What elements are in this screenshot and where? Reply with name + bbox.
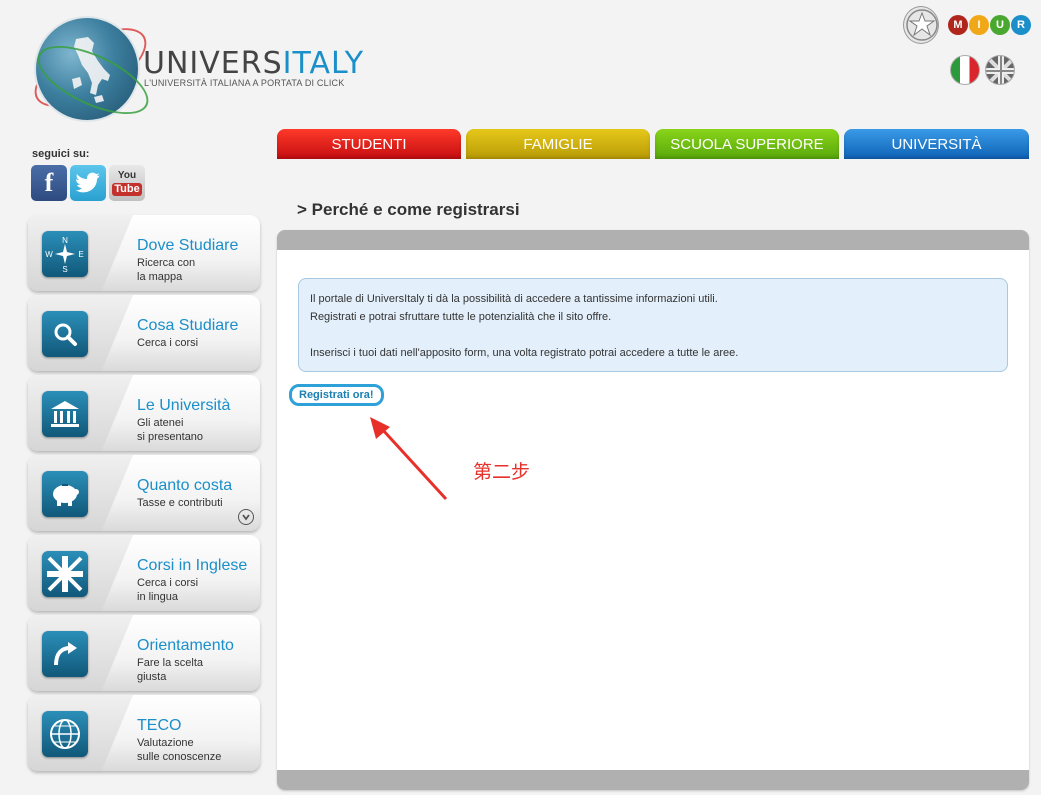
sidebar-item-quanto-costa[interactable]: Quanto costa Tasse e contributi bbox=[28, 455, 260, 531]
panel-footer-bar bbox=[277, 770, 1029, 790]
miur-logo[interactable]: M I U R bbox=[948, 15, 1031, 35]
annotation-step-label: 第二步 bbox=[473, 461, 531, 483]
sidebar-item-orientamento[interactable]: Orientamento Fare la scelta giusta bbox=[28, 615, 260, 691]
social-label: seguici su: bbox=[32, 148, 90, 160]
sidebar-item-cosa-studiare[interactable]: Cosa Studiare Cerca i corsi bbox=[28, 295, 260, 371]
brand-tagline: L'UNIVERSITÀ ITALIANA A PORTATA DI CLICK bbox=[144, 78, 345, 88]
sidebar-item-title: Orientamento bbox=[137, 637, 234, 654]
sidebar-item-dove-studiare[interactable]: N SW E Dove Studiare Ricerca con la mappa bbox=[28, 215, 260, 291]
universitaly-logo[interactable]: UNIVERSITALY L'UNIVERSITÀ ITALIANA A POR… bbox=[22, 10, 368, 130]
tab-studenti[interactable]: STUDENTI bbox=[277, 129, 461, 159]
sidebar-item-subtitle: Cerca i corsi in lingua bbox=[137, 577, 199, 603]
youtube-icon[interactable]: You Tube bbox=[109, 165, 145, 201]
miur-letter-m: M bbox=[948, 15, 968, 35]
info-text-line: Inserisci i tuoi dati nell'apposito form… bbox=[310, 347, 739, 359]
sidebar-item-title: Corsi in Inglese bbox=[137, 557, 248, 574]
university-building-icon bbox=[42, 391, 88, 437]
sidebar-item-title: Le Università bbox=[137, 397, 231, 414]
sidebar-item-subtitle: Cerca i corsi bbox=[137, 337, 199, 349]
svg-text:N: N bbox=[62, 236, 68, 245]
miur-letter-u: U bbox=[990, 15, 1010, 35]
svg-text:W: W bbox=[45, 250, 53, 259]
uk-flag-icon bbox=[42, 551, 88, 597]
sidebar-item-subtitle: Tasse e contributi bbox=[137, 497, 223, 509]
globe-network-icon bbox=[42, 711, 88, 757]
italian-language-flag-icon[interactable] bbox=[950, 55, 980, 85]
sidebar-item-corsi-in-inglese[interactable]: Corsi in Inglese Cerca i corsi in lingua bbox=[28, 535, 260, 611]
youtube-tube-text: Tube bbox=[112, 182, 142, 196]
sidebar-item-title: TECO bbox=[137, 717, 182, 734]
facebook-icon[interactable]: f bbox=[31, 165, 67, 201]
register-now-button[interactable]: Registrati ora! bbox=[289, 384, 384, 406]
twitter-icon[interactable] bbox=[70, 165, 106, 201]
miur-letter-r: R bbox=[1011, 15, 1031, 35]
sidebar-item-subtitle: Ricerca con la mappa bbox=[137, 257, 196, 283]
page-title: > Perché e come registrarsi bbox=[297, 200, 520, 219]
english-language-flag-icon[interactable] bbox=[985, 55, 1015, 85]
magnifier-icon bbox=[42, 311, 88, 357]
curved-arrow-icon bbox=[42, 631, 88, 677]
info-box: Il portale di UniversItaly ti dà la poss… bbox=[298, 278, 1008, 372]
sidebar-item-le-universita[interactable]: Le Università Gli atenei si presentano bbox=[28, 375, 260, 451]
sidebar-item-title: Cosa Studiare bbox=[137, 317, 239, 334]
info-text-line: Il portale di UniversItaly ti dà la poss… bbox=[310, 293, 718, 305]
youtube-you-text: You bbox=[117, 169, 137, 181]
tab-scuola-superiore[interactable]: SCUOLA SUPERIORE bbox=[655, 129, 839, 159]
sidebar-item-title: Quanto costa bbox=[137, 477, 233, 494]
sidebar-item-subtitle: Gli atenei si presentano bbox=[137, 417, 204, 443]
brand-name: UNIVERSITALY bbox=[143, 46, 365, 81]
svg-text:S: S bbox=[62, 265, 67, 274]
miur-letter-i: I bbox=[969, 15, 989, 35]
panel-header-bar bbox=[277, 230, 1029, 250]
italian-republic-emblem-icon bbox=[903, 6, 939, 44]
svg-text:E: E bbox=[78, 250, 83, 259]
info-text-line: Registrati e potrai sfruttare tutte le p… bbox=[310, 311, 612, 323]
content-panel: Il portale di UniversItaly ti dà la poss… bbox=[277, 230, 1029, 790]
compass-icon: N SW E bbox=[42, 231, 88, 277]
sidebar-item-teco[interactable]: TECO Valutazione sulle conoscenze bbox=[28, 695, 260, 771]
tab-famiglie[interactable]: FAMIGLIE bbox=[466, 129, 650, 159]
piggy-bank-icon bbox=[42, 471, 88, 517]
sidebar-item-subtitle: Fare la scelta giusta bbox=[137, 657, 204, 683]
tab-universita[interactable]: UNIVERSITÀ bbox=[844, 129, 1029, 159]
annotation-arrow-icon bbox=[370, 417, 448, 501]
sidebar-item-title: Dove Studiare bbox=[137, 237, 239, 254]
sidebar-item-subtitle: Valutazione sulle conoscenze bbox=[137, 737, 222, 763]
chevron-down-icon[interactable] bbox=[238, 509, 254, 525]
